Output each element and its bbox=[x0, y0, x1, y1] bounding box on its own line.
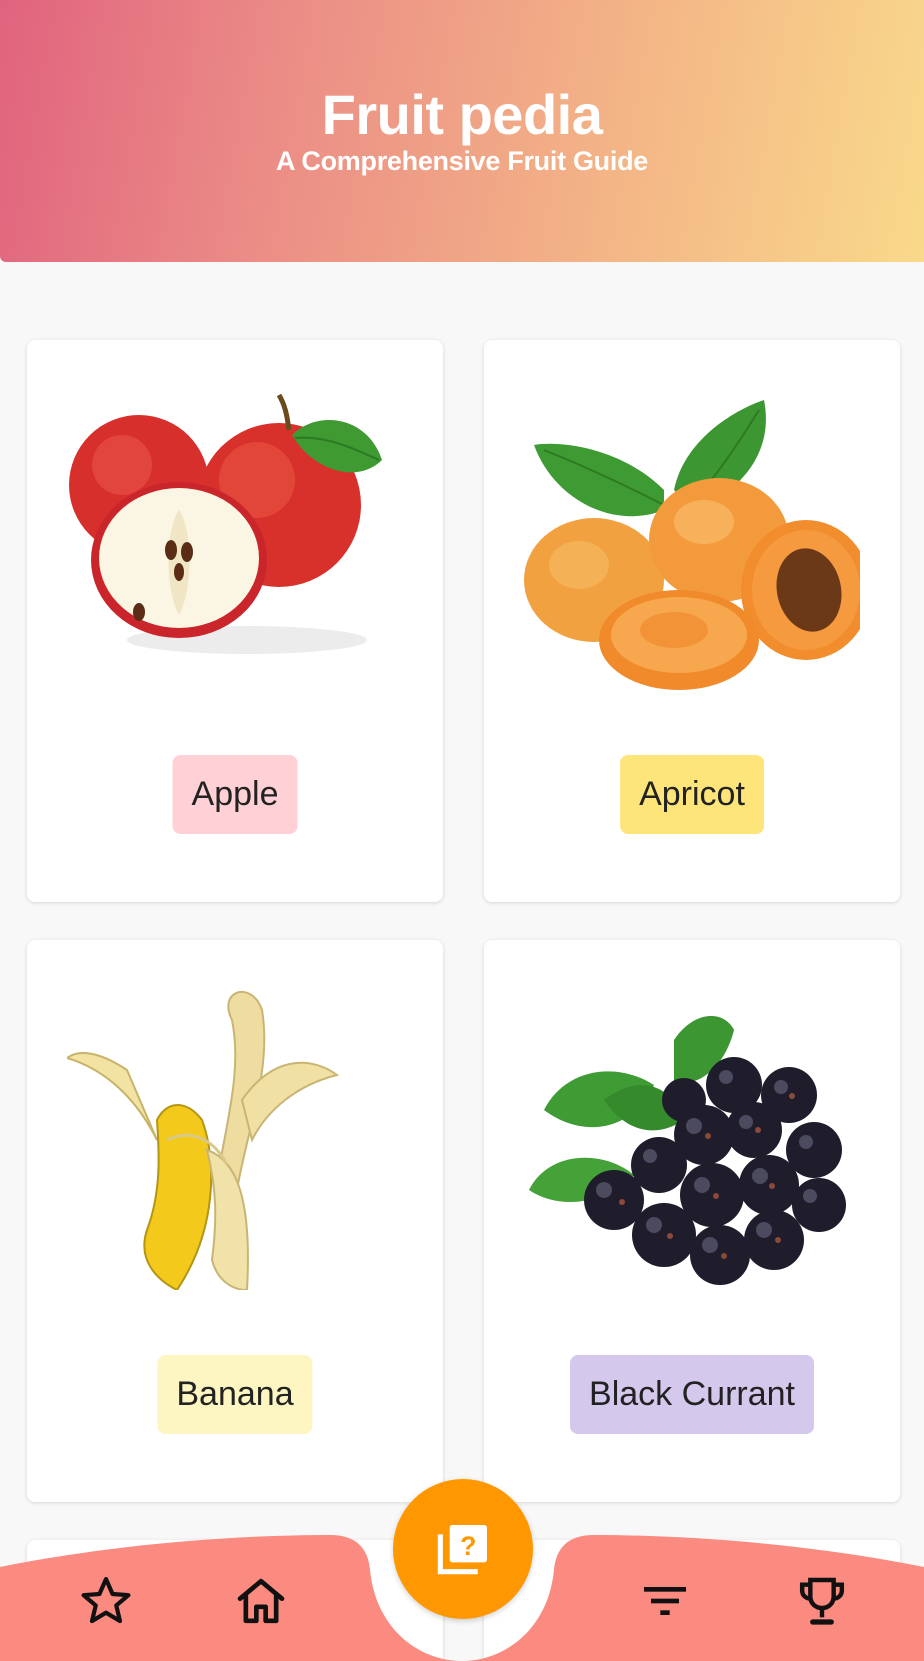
fruit-label: Black Currant bbox=[570, 1355, 814, 1434]
svg-text:?: ? bbox=[460, 1531, 476, 1561]
nav-favorites[interactable] bbox=[74, 1569, 138, 1633]
home-icon bbox=[237, 1578, 285, 1624]
filter-icon bbox=[644, 1587, 686, 1615]
fruit-card-apricot[interactable]: Apricot bbox=[484, 340, 900, 902]
nav-achievements[interactable] bbox=[790, 1569, 854, 1633]
fruit-card-banana[interactable]: Banana bbox=[27, 940, 443, 1502]
nav-filter[interactable] bbox=[633, 1569, 697, 1633]
banana-image bbox=[67, 991, 340, 1290]
star-icon bbox=[81, 1576, 131, 1624]
black-currant-image bbox=[529, 1016, 846, 1285]
quiz-icon: ? bbox=[437, 1525, 487, 1575]
quiz-button[interactable]: ? bbox=[393, 1479, 533, 1619]
fruit-label: Apple bbox=[172, 755, 298, 834]
fruit-label: Banana bbox=[157, 1355, 313, 1434]
fruit-label: Apricot bbox=[620, 755, 764, 834]
trophy-icon bbox=[799, 1577, 845, 1625]
fruit-card-apple[interactable]: Apple bbox=[27, 340, 443, 902]
apricot-image bbox=[524, 400, 860, 690]
fruit-grid: Apple Apricot Banana Black Currant bbox=[0, 0, 924, 1661]
nav-home[interactable] bbox=[229, 1569, 293, 1633]
apple-image bbox=[69, 393, 382, 654]
fruit-card-black-currant[interactable]: Black Currant bbox=[484, 940, 900, 1502]
